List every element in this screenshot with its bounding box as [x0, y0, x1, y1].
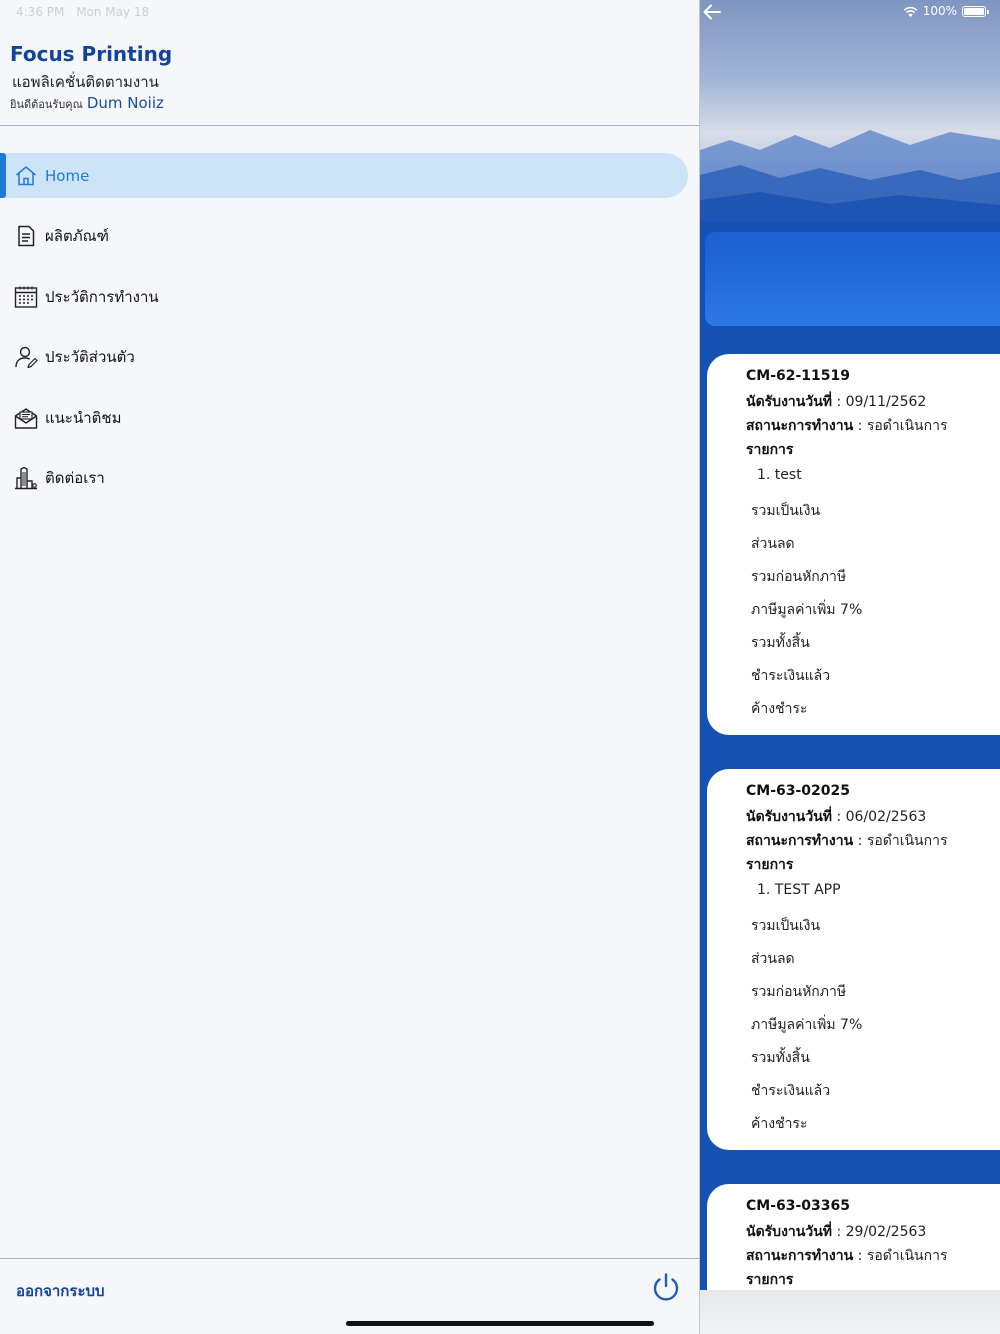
mountain-landscape	[700, 130, 1000, 222]
welcome-text: ยินดีต้อนรับคุณ Dum Noiiz	[10, 94, 164, 113]
job-row-pretax: รวมก่อนหักภาษี	[751, 984, 847, 1000]
document-icon	[18, 225, 35, 247]
job-id: CM-62-11519	[746, 368, 851, 384]
building-icon	[15, 466, 37, 490]
job-row-outstanding: ค้างชำระ	[751, 1116, 808, 1132]
job-row-paid: ชำระเงินแล้ว	[751, 668, 831, 684]
summary-card	[705, 232, 1000, 326]
user-name: Dum Noiiz	[86, 94, 164, 112]
job-row-total: รวมทั้งสิ้น	[751, 635, 810, 651]
power-icon[interactable]	[650, 1271, 682, 1303]
calendar-icon	[14, 286, 38, 308]
app-subtitle: แอพลิเคชั่นติดตามงาน	[12, 73, 159, 91]
job-row-vat: ภาษีมูลค่าเพิ่ม 7%	[751, 602, 863, 618]
job-id: CM-63-02025	[746, 783, 851, 799]
job-status: สถานะการทำงาน : รอดำเนินการ	[746, 833, 948, 849]
status-date: Mon May 18	[76, 5, 150, 19]
bottom-overlay	[700, 1290, 1000, 1334]
job-row-total: รวมทั้งสิ้น	[751, 1050, 810, 1066]
job-row-discount: ส่วนลด	[751, 536, 795, 552]
user-edit-icon	[15, 346, 38, 369]
menu-item-feedback[interactable]: แนะนำติชม	[0, 395, 699, 440]
job-row-pretax: รวมก่อนหักภาษี	[751, 569, 847, 585]
wifi-icon	[903, 6, 918, 17]
menu-item-home[interactable]: Home	[0, 153, 688, 198]
menu-label-products: ผลิตภัณฑ์	[45, 227, 109, 245]
status-right: 100%	[903, 4, 989, 18]
mail-icon	[14, 407, 38, 429]
job-item: 1. TEST APP	[757, 882, 841, 898]
job-row-subtotal: รวมเป็นเงิน	[751, 503, 821, 519]
home-icon	[16, 165, 36, 185]
menu-label-work-history: ประวัติการทำงาน	[45, 287, 159, 306]
status-bar: 4:36 PM Mon May 18 100%	[0, 0, 1000, 24]
job-card[interactable]: CM-62-11519 นัดรับงานวันที่ : 09/11/2562…	[707, 354, 1000, 735]
job-status: สถานะการทำงาน : รอดำเนินการ	[746, 1248, 948, 1264]
job-row-discount: ส่วนลด	[751, 951, 795, 967]
job-date: นัดรับงานวันที่ : 09/11/2562	[746, 394, 927, 410]
menu-item-products[interactable]: ผลิตภัณฑ์	[0, 214, 699, 259]
job-date: นัดรับงานวันที่ : 29/02/2563	[746, 1224, 927, 1240]
job-row-outstanding: ค้างชำระ	[751, 701, 808, 717]
navigation-drawer: Focus Printing แอพลิเคชั่นติดตามงาน ยินด…	[0, 0, 699, 1334]
battery-percent: 100%	[922, 4, 957, 18]
job-item: 1. test	[757, 467, 802, 483]
job-row-paid: ชำระเงินแล้ว	[751, 1083, 831, 1099]
menu-label-home: Home	[45, 166, 90, 185]
job-items-label: รายการ	[746, 442, 794, 458]
home-indicator[interactable]	[346, 1321, 654, 1326]
battery-icon	[962, 5, 989, 17]
menu-item-contact[interactable]: ติดต่อเรา	[0, 456, 699, 501]
logout-button[interactable]: ออกจากระบบ	[16, 1279, 105, 1303]
menu-item-profile[interactable]: ประวัติส่วนตัว	[0, 335, 699, 380]
menu-label-contact: ติดต่อเรา	[45, 469, 105, 487]
drawer-menu: Home ผลิตภัณฑ์ ประวัติการทำงาน ประวัติส่…	[0, 153, 699, 516]
status-time: 4:36 PM	[16, 5, 65, 19]
welcome-prefix: ยินดีต้อนรับคุณ	[10, 98, 83, 111]
job-status: สถานะการทำงาน : รอดำเนินการ	[746, 418, 948, 434]
job-row-subtotal: รวมเป็นเงิน	[751, 918, 821, 934]
job-id: CM-63-03365	[746, 1198, 851, 1214]
menu-label-profile: ประวัติส่วนตัว	[45, 348, 135, 366]
job-card[interactable]: CM-63-02025 นัดรับงานวันที่ : 06/02/2563…	[707, 769, 1000, 1150]
menu-label-feedback: แนะนำติชม	[45, 408, 122, 427]
status-left: 4:36 PM Mon May 18	[16, 5, 157, 19]
job-items-label: รายการ	[746, 1272, 794, 1288]
job-date: นัดรับงานวันที่ : 06/02/2563	[746, 809, 927, 825]
menu-item-work-history[interactable]: ประวัติการทำงาน	[0, 274, 699, 319]
job-list-panel: CM-62-11519 นัดรับงานวันที่ : 09/11/2562…	[700, 0, 1000, 1334]
header-banner	[700, 0, 1000, 222]
job-row-vat: ภาษีมูลค่าเพิ่ม 7%	[751, 1017, 863, 1033]
app-name: Focus Printing	[10, 42, 173, 66]
job-items-label: รายการ	[746, 857, 794, 873]
